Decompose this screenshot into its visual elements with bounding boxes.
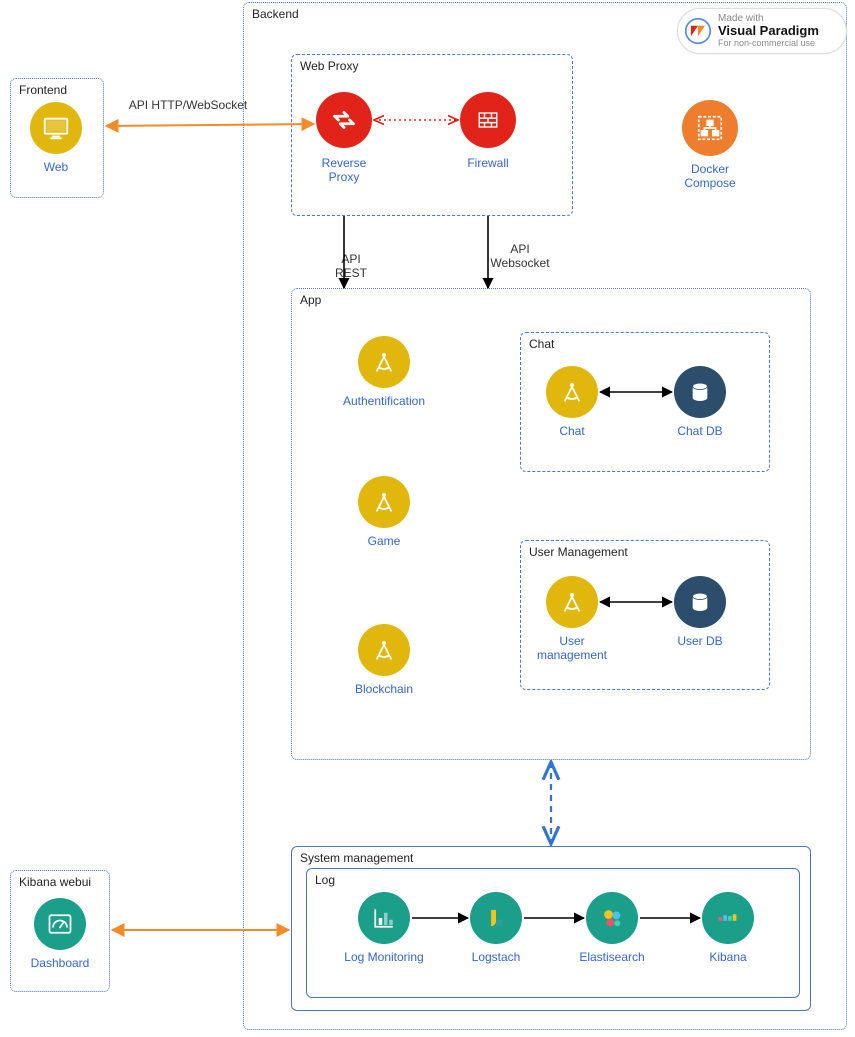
compass-icon xyxy=(558,378,586,406)
kibana-bars-icon xyxy=(713,903,743,933)
compass-icon xyxy=(370,636,398,664)
container-frontend-label: Frontend xyxy=(19,83,67,97)
node-chat-db-label: Chat DB xyxy=(662,424,738,438)
node-elasticsearch-label: Elastisearch xyxy=(570,950,654,964)
visual-paradigm-watermark: Made with Visual Paradigm For non-commer… xyxy=(677,8,847,54)
container-sysmgmt-label: System management xyxy=(300,851,413,865)
container-app-label: App xyxy=(300,293,321,307)
node-kibana-icon xyxy=(702,892,754,944)
node-user-svc-label: User management xyxy=(528,634,616,662)
node-elasticsearch-icon xyxy=(586,892,638,944)
node-kibana-label: Kibana xyxy=(692,950,764,964)
container-webproxy-label: Web Proxy xyxy=(300,59,358,73)
dashboard-icon xyxy=(46,910,74,938)
node-user-db-icon xyxy=(674,576,726,628)
container-kibana-webui-label: Kibana webui xyxy=(19,875,91,889)
node-auth-label: Authentification xyxy=(332,394,436,408)
node-dashboard-icon xyxy=(34,898,86,950)
node-blockchain-icon xyxy=(358,624,410,676)
node-docker-compose-label: Docker Compose xyxy=(670,162,750,190)
watermark-line2: Visual Paradigm xyxy=(718,24,819,38)
node-blockchain-label: Blockchain xyxy=(342,682,426,696)
container-log-label: Log xyxy=(315,873,335,887)
visual-paradigm-logo-icon xyxy=(684,17,712,45)
exchange-arrows-icon xyxy=(329,105,359,135)
node-chat-label: Chat xyxy=(540,424,604,438)
node-docker-compose-icon xyxy=(682,100,738,156)
node-auth-icon xyxy=(358,336,410,388)
database-icon xyxy=(687,589,713,615)
monitor-icon xyxy=(41,113,71,143)
node-reverse-proxy-icon xyxy=(316,92,372,148)
compass-icon xyxy=(370,488,398,516)
database-icon xyxy=(687,379,713,405)
node-firewall-label: Firewall xyxy=(452,156,524,170)
node-web-label: Web xyxy=(24,160,88,174)
container-chat-label: Chat xyxy=(529,337,554,351)
firewall-icon xyxy=(474,106,502,134)
compass-icon xyxy=(558,588,586,616)
node-game-icon xyxy=(358,476,410,528)
elasticsearch-icon xyxy=(598,904,626,932)
node-log-monitoring-label: Log Monitoring xyxy=(344,950,424,964)
edge-api-ws-label: API Websocket xyxy=(480,242,560,271)
diagram-canvas: Backend Frontend Web Proxy App Chat User… xyxy=(0,0,855,1037)
node-firewall-icon xyxy=(460,92,516,148)
node-log-monitoring-icon xyxy=(358,892,410,944)
node-chat-icon xyxy=(546,366,598,418)
compass-icon xyxy=(370,348,398,376)
watermark-line3: For non-commercial use xyxy=(718,39,819,49)
hierarchy-icon xyxy=(695,113,725,143)
logstash-icon xyxy=(483,905,509,931)
container-usermgmt-label: User Management xyxy=(529,545,628,559)
node-dashboard-label: Dashboard xyxy=(22,956,98,970)
edge-api-http-ws-label: API HTTP/WebSocket xyxy=(118,98,258,112)
chart-icon xyxy=(370,904,398,932)
edge-api-rest-label: API REST xyxy=(326,252,376,281)
node-reverse-proxy-label: Reverse Proxy xyxy=(308,156,380,184)
node-logstash-label: Logstach xyxy=(458,950,534,964)
node-chat-db-icon xyxy=(674,366,726,418)
node-user-svc-icon xyxy=(546,576,598,628)
node-game-label: Game xyxy=(348,534,420,548)
node-user-db-label: User DB xyxy=(662,634,738,648)
node-logstash-icon xyxy=(470,892,522,944)
container-backend-label: Backend xyxy=(252,7,299,21)
node-web-icon xyxy=(30,102,82,154)
